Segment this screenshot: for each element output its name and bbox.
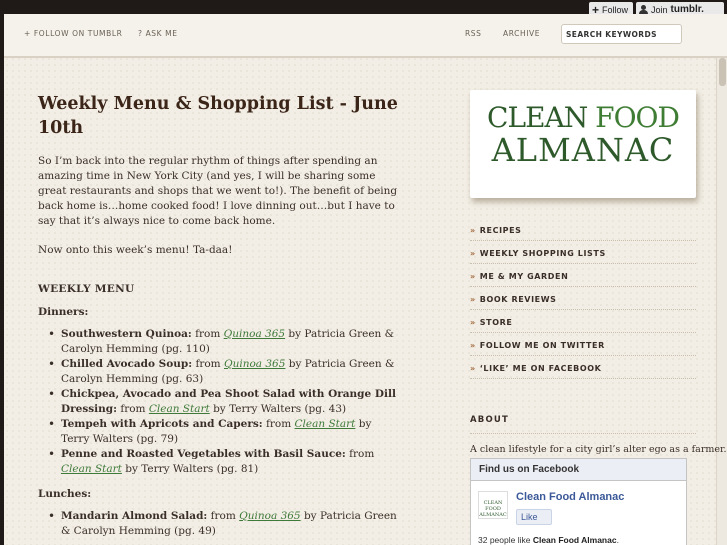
dish-text: from <box>192 358 224 370</box>
dish-text: from <box>262 418 295 430</box>
dish-text: from <box>116 403 149 415</box>
sidebar-item-me-and-my-garden[interactable]: » ME & MY GARDEN <box>470 264 696 287</box>
lunches-list: Mandarin Almond Salad: from Quinoa 365 b… <box>38 509 398 539</box>
top-navigation: + FOLLOW ON TUMBLR ? ASK ME RSS ARCHIVE … <box>4 14 727 58</box>
follow-on-tumblr-link[interactable]: + FOLLOW ON TUMBLR <box>24 29 122 38</box>
dish-text: from <box>207 510 240 522</box>
facebook-like-button[interactable]: Like <box>516 509 552 525</box>
sidebar-item-twitter[interactable]: » FOLLOW ME ON TWITTER <box>470 333 696 356</box>
post-intro: So I’m back into the regular rhythm of t… <box>38 155 398 227</box>
post-onto: Now onto this week’s menu! Ta-daa! <box>38 244 233 256</box>
dish-name: Southwestern Quinoa: <box>61 328 192 340</box>
lunches-heading: Lunches: <box>38 488 92 500</box>
sidebar-item-store[interactable]: » STORE <box>470 310 696 333</box>
dish-text: from <box>345 448 375 460</box>
book-link[interactable]: Quinoa 365 <box>239 510 300 522</box>
archive-link[interactable]: ARCHIVE <box>503 29 540 38</box>
site-logo[interactable]: CLEAN FOOD ALMANAC <box>470 90 696 198</box>
book-link[interactable]: Clean Start <box>149 403 210 415</box>
like-count-text: 32 people like <box>478 535 533 545</box>
sidebar-item-weekly-shopping-lists[interactable]: » WEEKLY SHOPPING LISTS <box>470 241 696 264</box>
logo-line-1: CLEAN FOOD <box>470 103 696 133</box>
post-title[interactable]: Weekly Menu & Shopping List - June 10th <box>38 92 398 140</box>
dinners-heading: Dinners: <box>38 306 89 318</box>
facebook-box-header[interactable]: Find us on Facebook <box>471 459 686 481</box>
about-text: A clean lifestyle for a city girl’s alte… <box>470 444 727 455</box>
facebook-page-name[interactable]: Clean Food Almanac <box>516 491 624 503</box>
list-item: Southwestern Quinoa: from Quinoa 365 by … <box>48 327 398 357</box>
book-link[interactable]: Clean Start <box>61 463 122 475</box>
dish-name: Mandarin Almond Salad: <box>61 510 208 522</box>
sidebar-item-label: FOLLOW ME ON TWITTER <box>479 341 605 350</box>
book-link[interactable]: Quinoa 365 <box>224 328 285 340</box>
blog-post: Weekly Menu & Shopping List - June 10th … <box>38 92 398 539</box>
weekly-menu-heading: WEEKLY MENU <box>38 283 135 295</box>
bullet-icon: » <box>470 295 476 304</box>
bullet-icon: » <box>470 341 476 350</box>
bullet-icon: » <box>470 249 476 258</box>
sidebar-item-recipes[interactable]: » RECIPES <box>470 218 696 241</box>
book-link[interactable]: Quinoa 365 <box>224 358 285 370</box>
sidebar-item-label: RECIPES <box>479 226 522 235</box>
dinners-list: Southwestern Quinoa: from Quinoa 365 by … <box>38 327 398 477</box>
logo-word-food: FOOD <box>595 101 680 134</box>
like-label: Like <box>521 512 538 522</box>
dish-name: Tempeh with Apricots and Capers: <box>61 418 263 430</box>
facebook-like-box: Find us on Facebook CLEAN FOOD ALMANAC C… <box>470 458 687 545</box>
sidebar-item-label: ‘LIKE’ ME ON FACEBOOK <box>479 364 602 373</box>
list-item: Tempeh with Apricots and Capers: from Cl… <box>48 417 398 447</box>
bullet-icon: » <box>470 226 476 235</box>
dish-text: by Terry Walters (pg. 43) <box>209 403 347 415</box>
sidebar-nav: » RECIPES » WEEKLY SHOPPING LISTS » ME & MY… <box>470 218 696 379</box>
list-item: Chickpea, Avocado and Pea Shoot Salad wi… <box>48 387 398 417</box>
dish-name: Penne and Roasted Vegetables with Basil … <box>61 448 346 460</box>
search-input[interactable]: SEARCH KEYWORDS <box>561 24 682 44</box>
book-link[interactable]: Clean Start <box>295 418 356 430</box>
about-heading: ABOUT <box>470 415 696 434</box>
sidebar-item-label: WEEKLY SHOPPING LISTS <box>479 249 606 258</box>
list-item: Penne and Roasted Vegetables with Basil … <box>48 447 398 477</box>
ask-me-link[interactable]: ? ASK ME <box>138 29 178 38</box>
sidebar-item-label: BOOK REVIEWS <box>479 295 557 304</box>
bullet-icon: » <box>470 318 476 327</box>
scrollbar[interactable] <box>716 58 727 545</box>
logo-line-2: ALMANAC <box>491 131 675 169</box>
scrollbar-thumb[interactable] <box>719 58 726 86</box>
dish-text: by Terry Walters (pg. 81) <box>121 463 259 475</box>
sidebar-item-label: STORE <box>479 318 513 327</box>
bullet-icon: » <box>470 364 476 373</box>
sidebar-item-facebook[interactable]: » ‘LIKE’ ME ON FACEBOOK <box>470 356 696 379</box>
like-count-end: . <box>616 535 619 545</box>
facebook-box-body: CLEAN FOOD ALMANAC Clean Food Almanac Li… <box>471 481 686 545</box>
dish-text: from <box>191 328 224 340</box>
rss-link[interactable]: RSS <box>465 29 482 38</box>
facebook-page-thumbnail[interactable]: CLEAN FOOD ALMANAC <box>478 491 508 519</box>
dish-name: Chilled Avocado Soup: <box>61 358 193 370</box>
sidebar-item-book-reviews[interactable]: » BOOK REVIEWS <box>470 287 696 310</box>
blog-page: + FOLLOW ON TUMBLR ? ASK ME RSS ARCHIVE … <box>4 14 727 545</box>
sidebar-item-label: ME & MY GARDEN <box>479 272 569 281</box>
list-item: Mandarin Almond Salad: from Quinoa 365 b… <box>48 509 398 539</box>
logo-word-clean: CLEAN <box>487 101 588 134</box>
sidebar: CLEAN FOOD ALMANAC » RECIPES » WEEKLY SHOP… <box>470 90 727 545</box>
like-count-page[interactable]: Clean Food Almanac <box>533 535 617 545</box>
facebook-like-count: 32 people like Clean Food Almanac. <box>478 535 619 545</box>
bullet-icon: » <box>470 272 476 281</box>
list-item: Chilled Avocado Soup: from Quinoa 365 by… <box>48 357 398 387</box>
